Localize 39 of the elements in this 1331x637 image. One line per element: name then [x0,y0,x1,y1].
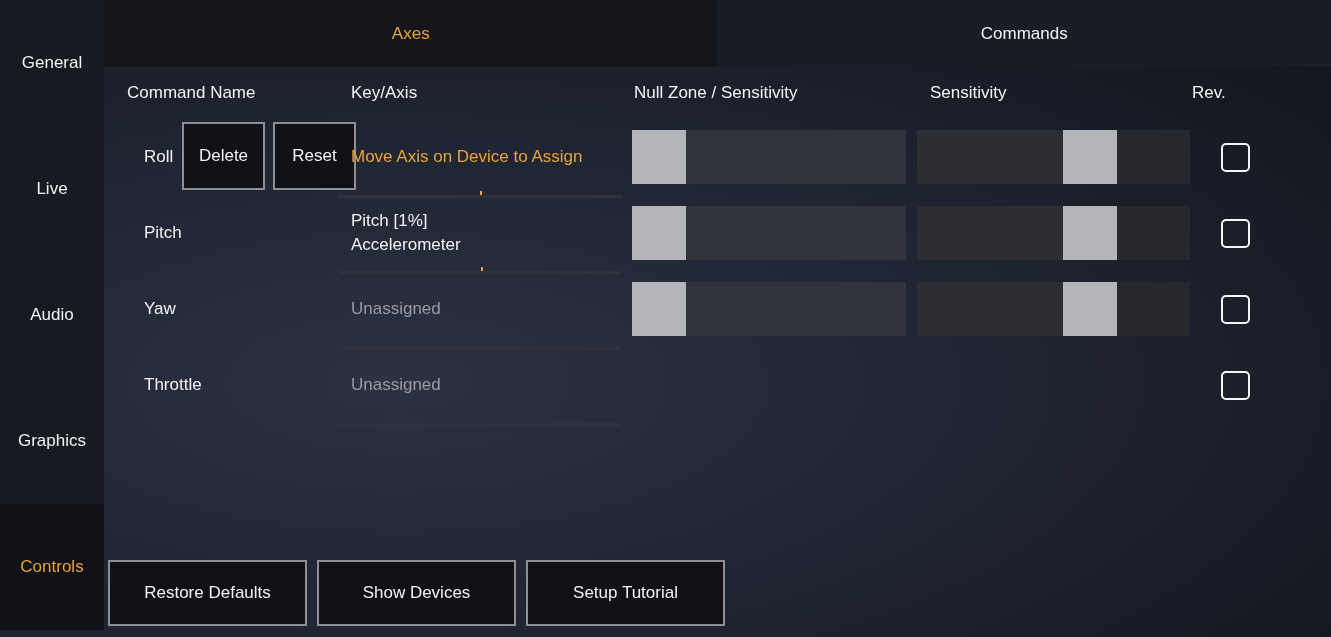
command-name: Pitch [144,223,182,243]
slider-thumb[interactable] [632,206,686,260]
sidebar-item[interactable]: Controls [0,504,104,630]
action-button[interactable]: Setup Tutorial [526,560,725,626]
column-header: Rev. [1192,83,1226,102]
slider-thumb[interactable] [632,130,686,184]
slider[interactable] [632,282,906,336]
slider[interactable] [917,206,1190,260]
sidebar-item[interactable]: Audio [0,252,104,378]
slider-thumb[interactable] [632,282,686,336]
action-button[interactable]: Show Devices [317,560,516,626]
command-name: Yaw [144,299,176,319]
slider-thumb[interactable] [1063,206,1118,260]
command-name: Roll [144,147,174,167]
sidebar-item[interactable]: Live [0,126,104,252]
column-header: Null Zone / Sensitivity [634,83,798,102]
column-header: Sensitivity [930,83,1007,102]
slider[interactable] [917,130,1190,184]
slider[interactable] [632,206,906,260]
checkbox[interactable] [1221,142,1250,172]
slider[interactable] [632,130,906,184]
slider[interactable] [917,282,1190,336]
command-name: Throttle [144,375,202,395]
tab[interactable]: Axes [104,0,718,67]
checkbox[interactable] [1221,370,1250,400]
key-binding[interactable]: Unassigned [339,373,441,397]
column-header: Key/Axis [351,83,418,102]
key-binding[interactable]: Pitch [1%] Accelerometer [339,209,461,257]
tab[interactable]: Commands [717,0,1331,67]
sidebar-item[interactable]: General [0,0,104,126]
sidebar-item[interactable]: Graphics [0,378,104,504]
checkbox[interactable] [1221,218,1250,248]
slider-thumb[interactable] [1063,282,1118,336]
slider-thumb[interactable] [1063,130,1118,184]
checkbox[interactable] [1221,294,1250,324]
action-button[interactable]: Delete [182,122,265,190]
key-binding[interactable]: Unassigned [339,297,441,321]
column-header: Command Name [127,83,256,102]
action-button[interactable]: Restore Defaults [108,560,307,626]
